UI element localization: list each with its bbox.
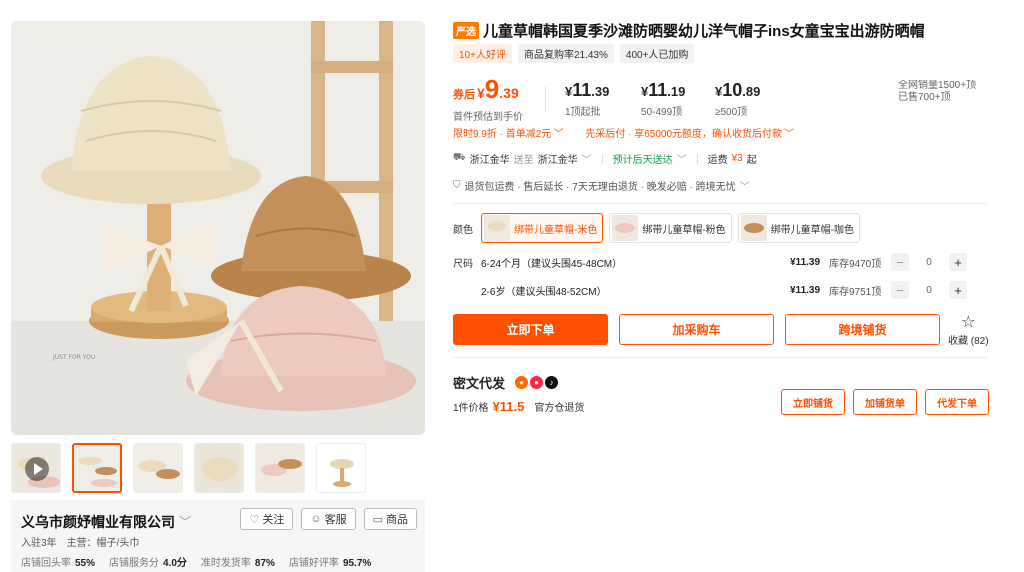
thumbnail-video[interactable] [11,443,61,493]
yanxuan-badge: 严选 [453,22,479,39]
swatch-image [484,215,510,241]
action-buttons: 立即下单 加采购车 跨境铺货 [453,314,940,345]
svg-text:JUST FOR YOU: JUST FOR YOU [52,354,95,361]
discount-promo[interactable]: 限时9.9折 · 首单减2元 ﹀ [453,125,563,140]
chat-icon: ☺ [310,513,322,525]
thumbnail-3[interactable] [194,443,244,493]
thumbnail-5[interactable] [316,443,366,493]
pay-later-promo[interactable]: 先采后付 · 享65000元额度，确认收货后付款 ﹀ [585,125,794,140]
coupon-price: 券后 ¥9.39 [453,74,519,104]
price-tier-1: ¥11.39 1顶起批 [565,80,610,118]
chevron-down-icon: ﹀ [676,155,687,166]
shop-stat: 店铺好评率 95.7% [288,558,372,569]
size-row: 尺码 6-24个月（建议头围45-48CM） ¥11.39 库存9470顶 − … [453,251,988,273]
chevron-down-icon: ﹀ [581,155,592,166]
size-stock: 库存9470顶 [829,258,882,270]
size-price: ¥11.39 [790,284,821,296]
customer-service-button[interactable]: ☺ 客服 [301,508,356,530]
price-block: 券后 ¥9.39 首件预估到手价 ¥11.39 1顶起批 ¥11.19 50-49… [453,74,988,123]
decrement-button[interactable]: − [891,253,909,271]
chevron-down-icon: ﹀ [179,514,192,529]
decrement-button[interactable]: − [891,281,909,299]
increment-button[interactable]: + [949,253,967,271]
cross-border-list-button[interactable]: 跨境铺货 [785,314,940,345]
shop-goods-button[interactable]: ▭ 商品 [363,508,417,530]
chevron-down-icon: ﹀ [784,129,795,140]
ship-to-select[interactable]: 浙江金华 [538,151,578,166]
guarantee-row[interactable]: ⛉ 退货包运费 · 售后延长 · 7天无理由退货 · 晚发必赔 · 跨境无忧 ﹀ [453,178,750,193]
color-option-pink[interactable]: 绑带儿童草帽-粉色 [609,213,732,243]
follow-button[interactable]: ♡ 关注 [240,508,294,530]
product-title: 儿童草帽韩国夏季沙滩防晒婴幼儿洋气帽子ins女童宝宝出游防晒帽 [483,23,925,40]
shop-main-business: 主营：帽子/头巾 [66,538,140,549]
xiaohongshu-icon: ● [530,376,544,389]
add-to-cart-button[interactable]: 加采购车 [619,314,774,345]
price-tier-3: ¥10.89 ≥500顶 [715,80,761,118]
size-stock: 库存9751顶 [829,286,882,298]
swatch-image [740,215,767,241]
color-option-beige[interactable]: 绑带儿童草帽-米色 [481,213,604,243]
dropship-order-button[interactable]: 代发下单 [925,389,989,415]
promo-row: 限时9.9折 · 首单减2元 ﹀ 先采后付 · 享65000元额度，确认收货后付款… [453,125,794,140]
main-product-image[interactable]: JUST FOR YOU [11,21,425,435]
chevron-down-icon: ﹀ [553,129,564,140]
truck-icon: ⛟ [453,152,466,163]
product-tags: 10+人好评 商品复购率21.43% 400+人已加购 [453,44,695,63]
color-selector: 颜色 绑带儿童草帽-米色 绑带儿童草帽-粉色 绑带儿童草帽-咖色 [453,213,866,243]
shop-card: 义乌市颜妤帽业有限公司 ﹀ ♡ 关注 ☺ 客服 ▭ 商品 入驻3年 主营：帽子/头巾 … [11,500,425,572]
delivery-eta[interactable]: 预计后天送达 [613,151,673,166]
coupon-price-note: 首件预估到手价 [453,112,523,123]
douyin-icon: ♪ [545,376,559,389]
size-price: ¥11.39 [790,256,821,268]
quantity-value[interactable]: 0 [909,285,949,296]
thumbnail-strip [11,443,366,493]
star-icon: ☆ [961,314,976,331]
shop-stat: 店铺服务分 4.0分 [109,558,187,569]
platform-icons: ● ● ♪ [515,376,559,389]
size-row: 2-6岁（建议头围48-52CM） ¥11.39 库存9751顶 − 0 + [453,279,988,301]
kuaishou-icon: ● [515,376,529,389]
dropship-title: 密文代发 [453,376,506,391]
heart-plus-icon: ♡ [249,513,260,526]
price-tier-2: ¥11.19 50-499顶 [641,80,686,118]
dropship-price: 1件价格 ¥11.5 官方仓退货 [453,399,585,414]
dropship-section: 密文代发 ● ● ♪ [453,373,559,392]
sales-volume: 全网销量1500+顶 已售700+顶 [898,80,977,102]
tag-repurchase: 商品复购率21.43% [517,44,614,63]
quantity-value[interactable]: 0 [909,257,949,268]
shipping-fee: ¥3 [731,153,743,164]
size-name: 2-6岁（建议头围48-52CM） [481,286,607,298]
shop-years: 入驻3年 [21,538,57,549]
quantity-stepper: − 0 + [891,253,967,271]
chevron-down-icon: ﹀ [739,182,750,193]
color-option-brown[interactable]: 绑带儿童草帽-咖色 [737,213,861,243]
thumbnail-4[interactable] [255,443,305,493]
shield-icon: ⛉ [453,180,461,191]
store-icon: ▭ [372,513,383,526]
buy-now-button[interactable]: 立即下单 [453,314,608,345]
favorite-button[interactable]: ☆ 收藏 (82) [948,314,989,347]
quantity-stepper: − 0 + [891,281,967,299]
shop-name[interactable]: 义乌市颜妤帽业有限公司 ﹀ [21,512,191,532]
tag-cart-count: 400+人已加购 [619,44,695,63]
shipping-row: ⛟ 浙江金华 送至 浙江金华 ﹀ 预计后天送达 ﹀ 运费 ¥3 起 [453,151,757,166]
list-now-button[interactable]: 立即铺货 [781,389,845,415]
add-list-button[interactable]: 加铺货单 [853,389,917,415]
increment-button[interactable]: + [949,281,967,299]
shop-stat: 店铺回头率 55% [21,558,96,569]
size-name: 6-24个月（建议头围45-48CM） [481,258,623,270]
swatch-image [612,215,639,241]
play-icon [25,457,49,481]
thumbnail-1[interactable] [72,443,122,493]
shop-stat: 准时发货率 87% [200,558,275,569]
thumbnail-2[interactable] [133,443,183,493]
tag-reviews[interactable]: 10+人好评 [453,44,512,63]
